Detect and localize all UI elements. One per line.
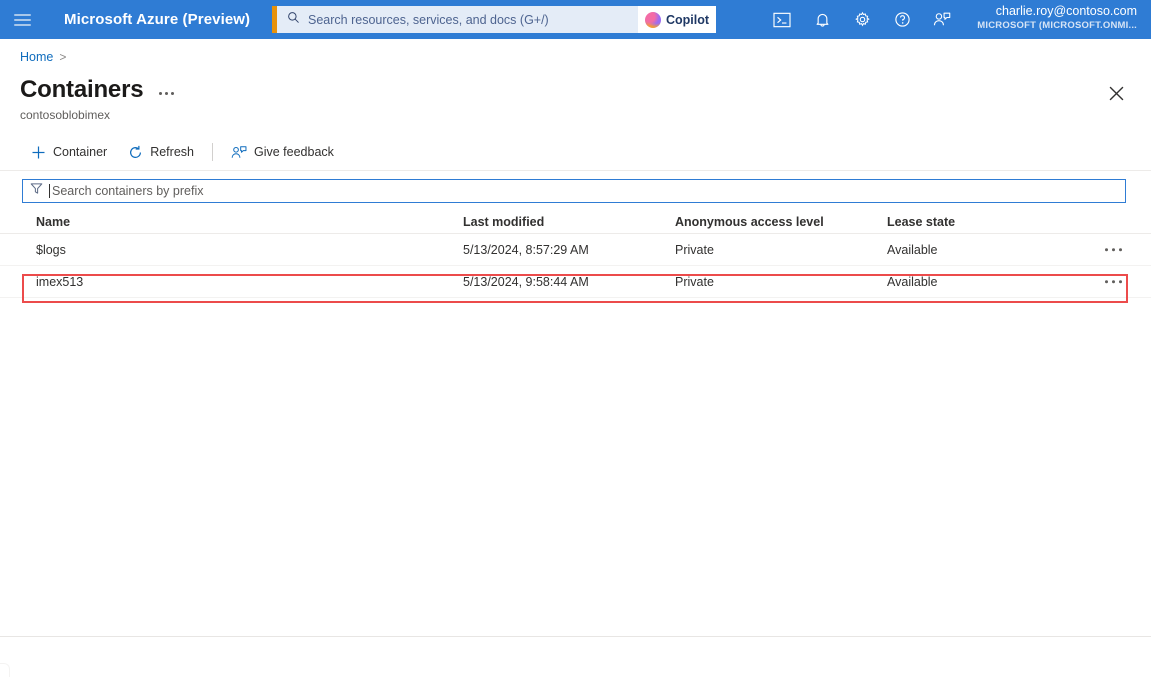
ellipsis-dot (1104, 279, 1108, 284)
hamburger-icon[interactable] (0, 0, 44, 39)
gear-icon[interactable] (842, 0, 882, 39)
global-search-container: Copilot (272, 6, 716, 33)
hamburger-line (13, 13, 31, 16)
refresh-button[interactable]: Refresh (117, 140, 204, 164)
filter-funnel-icon (30, 182, 43, 200)
refresh-label: Refresh (150, 145, 194, 159)
account-tenant: MICROSOFT (MICROSOFT.ONMI... (977, 19, 1137, 31)
global-search-field[interactable] (277, 6, 638, 33)
copilot-button[interactable]: Copilot (638, 6, 716, 33)
ellipsis-dot (165, 91, 169, 95)
column-header-last-modified[interactable]: Last modified (463, 215, 675, 229)
column-header-name[interactable]: Name (36, 215, 463, 229)
cell-lease-state: Available (887, 242, 938, 257)
plus-icon (30, 144, 46, 160)
ellipsis-dot (1111, 247, 1115, 252)
row-ellipsis-icon[interactable] (1101, 276, 1127, 288)
cloud-shell-icon[interactable] (762, 0, 802, 39)
account-info[interactable]: charlie.roy@contoso.com MICROSOFT (MICRO… (977, 4, 1137, 32)
close-icon[interactable] (1103, 80, 1129, 106)
give-feedback-button[interactable]: Give feedback (221, 140, 344, 164)
feedback-person-icon (231, 144, 247, 160)
add-container-button[interactable]: Container (20, 140, 117, 164)
column-header-anonymous-access-level[interactable]: Anonymous access level (675, 215, 887, 229)
notifications-bell-icon[interactable] (802, 0, 842, 39)
feedback-person-icon[interactable] (922, 0, 962, 39)
ellipsis-dot (1118, 279, 1122, 284)
ellipsis-dot (1111, 279, 1115, 284)
search-input[interactable] (308, 12, 638, 27)
ellipsis-dot (171, 91, 175, 95)
help-question-icon[interactable] (882, 0, 922, 39)
page-title: Containers (20, 76, 144, 103)
hamburger-line (13, 23, 31, 26)
column-header-lease-state[interactable]: Lease state (887, 215, 1087, 229)
command-bar-divider (211, 143, 213, 161)
search-containers-placeholder: Search containers by prefix (52, 184, 204, 198)
page-header: Containers (20, 76, 176, 104)
command-bar: Container Refresh Give feedback (20, 138, 344, 166)
account-email: charlie.roy@contoso.com (995, 4, 1137, 18)
breadcrumb-separator: > (59, 50, 67, 64)
add-container-label: Container (53, 145, 108, 159)
footer-divider (0, 636, 1151, 637)
command-bar-rule (0, 170, 1151, 171)
give-feedback-label: Give feedback (253, 145, 334, 159)
refresh-icon (127, 144, 143, 160)
cell-anonymous-access-level: Private (675, 242, 714, 257)
cell-last-modified: 5/13/2024, 9:58:44 AM (463, 274, 589, 289)
table-row[interactable]: $logs 5/13/2024, 8:57:29 AM Private Avai… (0, 234, 1151, 266)
ellipsis-dot (159, 91, 163, 95)
cell-last-modified: 5/13/2024, 8:57:29 AM (463, 242, 589, 257)
search-containers-input[interactable]: Search containers by prefix (22, 179, 1126, 203)
page-subtitle: contosoblobimex (20, 108, 111, 122)
header-icon-group (762, 0, 962, 39)
hamburger-line (13, 18, 31, 21)
cell-name[interactable]: imex513 (36, 275, 463, 289)
cell-lease-state: Available (887, 274, 938, 289)
ellipsis-dot (1118, 247, 1122, 252)
ellipsis-icon[interactable] (157, 86, 176, 95)
copilot-label: Copilot (665, 12, 710, 27)
copilot-icon (644, 11, 661, 28)
breadcrumb-item-home[interactable]: Home (20, 50, 53, 64)
table-row[interactable]: imex513 5/13/2024, 9:58:44 AM Private Av… (0, 266, 1151, 298)
ellipsis-dot (1104, 247, 1108, 252)
breadcrumb: Home > (20, 50, 66, 64)
text-caret (49, 184, 50, 198)
cell-anonymous-access-level: Private (675, 274, 714, 289)
cell-name[interactable]: $logs (36, 243, 463, 257)
containers-table: Name Last modified Anonymous access leve… (0, 210, 1151, 298)
table-header-row: Name Last modified Anonymous access leve… (0, 210, 1151, 234)
search-icon (287, 11, 300, 29)
brand-title: Microsoft Azure (Preview) (64, 11, 251, 28)
row-ellipsis-icon[interactable] (1101, 244, 1127, 256)
corner-panel-edge (0, 663, 10, 677)
